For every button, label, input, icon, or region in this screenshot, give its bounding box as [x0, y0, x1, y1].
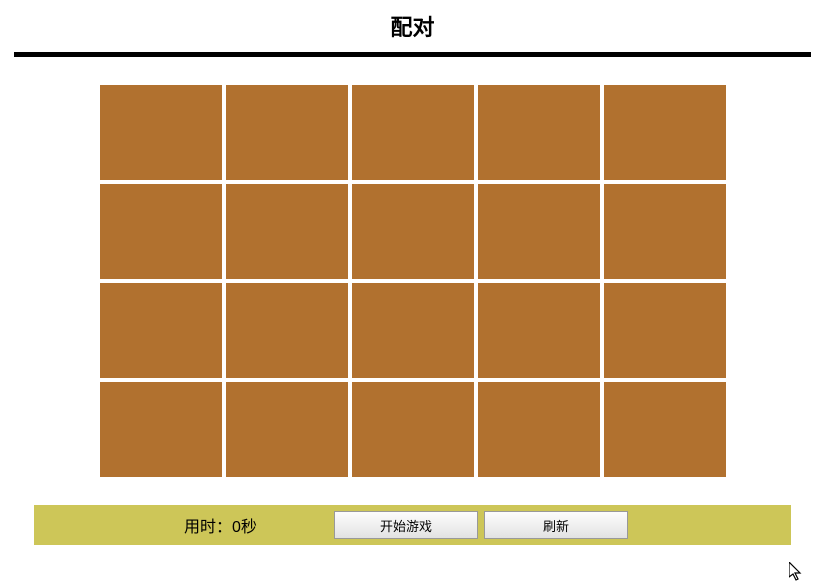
card[interactable] [100, 283, 222, 378]
timer-suffix: 秒 [241, 519, 257, 536]
card[interactable] [100, 184, 222, 279]
header-divider [14, 52, 811, 57]
card[interactable] [100, 382, 222, 477]
card[interactable] [352, 283, 474, 378]
card[interactable] [226, 184, 348, 279]
card[interactable] [226, 283, 348, 378]
timer-prefix: 用时： [184, 519, 232, 536]
page-title: 配对 [0, 10, 825, 42]
header: 配对 [0, 0, 825, 48]
card[interactable] [352, 184, 474, 279]
card[interactable] [604, 85, 726, 180]
card[interactable] [352, 382, 474, 477]
button-group: 开始游戏 刷新 [334, 511, 628, 539]
card[interactable] [226, 382, 348, 477]
cursor-icon [789, 562, 805, 587]
card[interactable] [604, 184, 726, 279]
card[interactable] [604, 382, 726, 477]
card[interactable] [478, 85, 600, 180]
timer-value: 0 [232, 519, 241, 536]
card[interactable] [604, 283, 726, 378]
card[interactable] [226, 85, 348, 180]
card[interactable] [100, 85, 222, 180]
footer-bar: 用时：0秒 开始游戏 刷新 [34, 505, 791, 545]
game-board [100, 85, 726, 477]
start-button[interactable]: 开始游戏 [334, 511, 478, 539]
card[interactable] [478, 184, 600, 279]
card[interactable] [352, 85, 474, 180]
card[interactable] [478, 283, 600, 378]
refresh-button[interactable]: 刷新 [484, 511, 628, 539]
timer-label: 用时：0秒 [184, 513, 257, 537]
card[interactable] [478, 382, 600, 477]
